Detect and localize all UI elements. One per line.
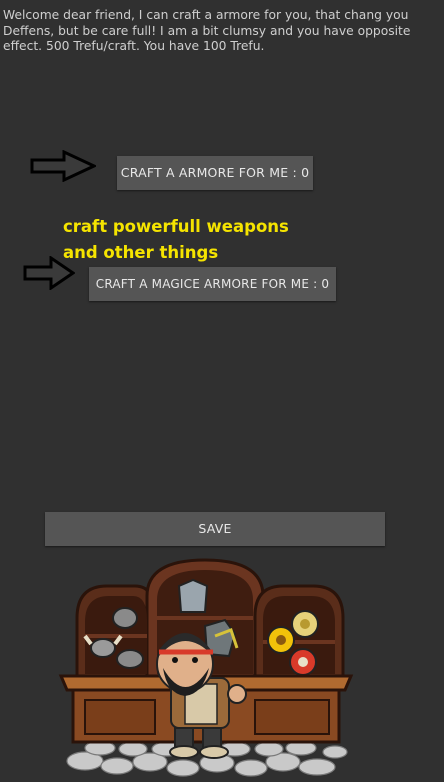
- annotation-line: craft powerfull weapons: [63, 217, 289, 236]
- intro-line: Welcome dear friend, I can craft a armor…: [3, 8, 409, 22]
- annotation-line: and other things: [63, 243, 219, 262]
- right-arrow-icon: [30, 149, 98, 186]
- craft-armor-button[interactable]: CRAFT A ARMORE FOR ME : 0: [117, 156, 313, 190]
- intro-text: Welcome dear friend, I can craft a armor…: [3, 8, 439, 55]
- annotation-text: craft powerfull weapons and other things: [63, 214, 289, 266]
- save-button[interactable]: SAVE: [45, 512, 385, 546]
- right-arrow-icon: [23, 255, 76, 294]
- intro-line: effect. 500 Trefu/craft. You have 100 Tr…: [3, 39, 265, 53]
- craft-magic-armor-button[interactable]: CRAFT A MAGICE ARMORE FOR ME : 0: [89, 267, 336, 301]
- intro-line: Deffens, but be care full! I am a bit cl…: [3, 23, 411, 38]
- blacksmith-shop-illustration: [55, 556, 365, 782]
